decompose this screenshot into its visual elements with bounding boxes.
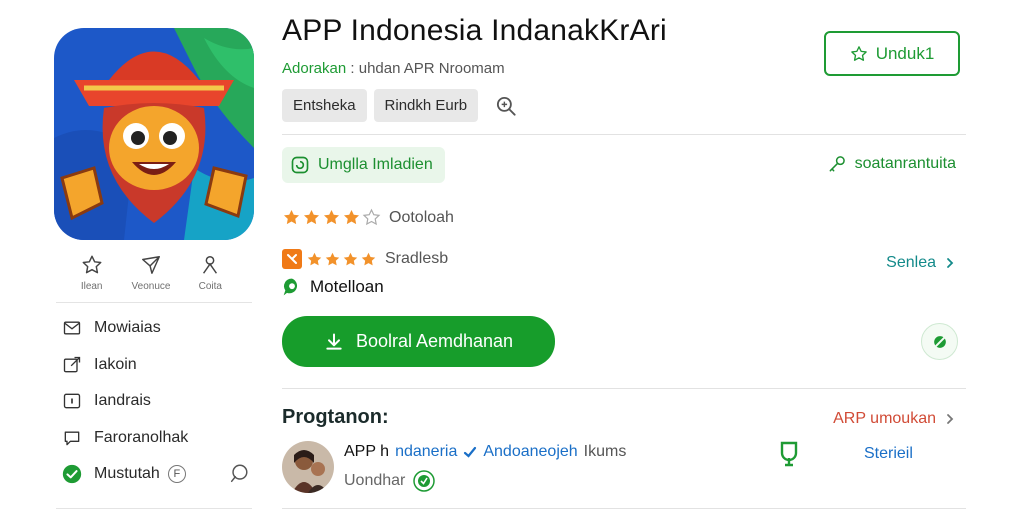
entry-subtitle: Uondhar bbox=[344, 470, 436, 492]
favorite-button[interactable] bbox=[921, 323, 958, 360]
section-link[interactable]: ARP umoukan bbox=[833, 410, 956, 428]
chat-outline-icon[interactable] bbox=[228, 463, 250, 485]
star-filled-icon bbox=[343, 209, 360, 225]
side-menu: Mowiaias Iakoin Iandrais Faroranolhak Mu… bbox=[60, 310, 256, 493]
entry-sub[interactable]: Andoaneojeh bbox=[483, 443, 577, 461]
green-badge-icon bbox=[413, 470, 436, 492]
quick-actions: Ilean Veonuce Coita bbox=[56, 254, 246, 292]
bottom-divider bbox=[282, 508, 966, 509]
key-link-label: soatanrantuita bbox=[854, 155, 956, 172]
check-circle-icon bbox=[60, 462, 84, 486]
star-filled-icon bbox=[325, 252, 340, 265]
verified-check-icon bbox=[464, 446, 477, 458]
key-link[interactable]: soatanrantuita bbox=[827, 154, 956, 174]
entry-highlight: ndaneria bbox=[395, 443, 458, 460]
rating-row-secondary: Sradlesb bbox=[282, 249, 448, 269]
install-top-label: Unduk1 bbox=[875, 43, 935, 63]
key-icon bbox=[829, 156, 845, 172]
sidebar-item-label: Faroranolhak bbox=[94, 428, 189, 446]
section-divider bbox=[282, 388, 966, 389]
section-link-label: ARP umoukan bbox=[833, 410, 936, 427]
review-row[interactable]: Motelloan bbox=[282, 277, 384, 297]
star-filled-icon bbox=[307, 252, 322, 265]
tag-chip[interactable]: Rindkh Eurb bbox=[373, 89, 479, 122]
sidebar-item-3[interactable]: Faroranolhak bbox=[60, 420, 256, 457]
section-title: Progtanon: bbox=[282, 406, 389, 428]
sidebar-item-label: Iandrais bbox=[94, 392, 151, 410]
speech-bubble-icon bbox=[283, 278, 298, 296]
entry-line2-text: Uondhar bbox=[344, 472, 406, 489]
star-empty-icon bbox=[362, 208, 381, 226]
entry-name: APP h bbox=[344, 443, 390, 460]
star-outline-icon bbox=[82, 255, 102, 274]
see-all-label: Senlea bbox=[886, 254, 936, 271]
quick-action-account[interactable]: Coita bbox=[181, 254, 240, 292]
star-filled-icon bbox=[323, 209, 340, 225]
left-divider-bottom bbox=[56, 508, 252, 509]
developer-link[interactable]: Adorakan bbox=[282, 60, 346, 77]
star-outline-icon bbox=[850, 45, 867, 61]
sidebar-item-label: Mustutah bbox=[94, 465, 160, 483]
person-icon bbox=[203, 256, 218, 274]
section-divider bbox=[282, 134, 966, 135]
install-top-button[interactable]: Unduk1 bbox=[824, 31, 960, 76]
chevron-right-icon bbox=[947, 258, 954, 268]
download-icon bbox=[326, 333, 342, 350]
mail-icon bbox=[60, 316, 84, 340]
chat-bubble-icon bbox=[60, 426, 84, 450]
star-filled-icon bbox=[361, 252, 376, 265]
rating-text: Ootoloah bbox=[389, 208, 454, 226]
review-label: Motelloan bbox=[310, 277, 384, 296]
update-chip-label: Umglla Imladien bbox=[318, 156, 433, 173]
rating-text-secondary: Sradlesb bbox=[385, 250, 449, 267]
left-divider bbox=[56, 302, 252, 303]
entry-tail: Ikums bbox=[583, 443, 627, 460]
tag-list: Entsheka Rindkh Eurb bbox=[282, 89, 519, 122]
sidebar-item-0[interactable]: Mowiaias bbox=[60, 310, 256, 347]
sidebar-item-label: Iakoin bbox=[94, 355, 137, 373]
entry-action-link[interactable]: Sterieil bbox=[864, 445, 913, 463]
update-chip[interactable]: Umglla Imladien bbox=[282, 147, 445, 183]
sidebar-item-badge: F bbox=[167, 465, 186, 484]
app-mascot-icon bbox=[54, 28, 254, 240]
star-rating-secondary bbox=[306, 251, 377, 268]
sidebar-item-label: Mowiaias bbox=[94, 319, 161, 337]
entry-title: APP h ndaneria Andoaneojeh Ikums bbox=[344, 443, 626, 461]
sidebar-item-4[interactable]: Mustutah F bbox=[60, 456, 256, 493]
sidebar-item-1[interactable]: Iakoin bbox=[60, 347, 256, 384]
search-icon[interactable] bbox=[493, 93, 519, 119]
share-icon bbox=[142, 256, 160, 274]
developer-subtitle: : uhdan APR Nroomam bbox=[350, 60, 505, 77]
external-link-icon bbox=[60, 353, 84, 377]
install-main-label: Boolral Aemdhanan bbox=[355, 331, 514, 351]
star-rating bbox=[282, 208, 381, 227]
refresh-box-icon bbox=[291, 156, 309, 174]
quick-action-share[interactable]: Veonuce bbox=[121, 254, 180, 292]
quick-action-wishlist[interactable]: Ilean bbox=[62, 254, 121, 292]
sidebar-item-2[interactable]: Iandrais bbox=[60, 383, 256, 420]
leaf-check-icon bbox=[932, 334, 947, 349]
install-main-button[interactable]: Boolral Aemdhanan bbox=[282, 316, 555, 367]
shield-icon[interactable] bbox=[778, 441, 800, 467]
developer-line: Adorakan : uhdan APR Nroomam bbox=[282, 60, 505, 77]
rating-row: Ootoloah bbox=[282, 208, 454, 227]
chevron-right-icon bbox=[947, 414, 954, 424]
info-box-icon bbox=[60, 389, 84, 413]
orange-badge-icon bbox=[282, 249, 302, 269]
avatar[interactable] bbox=[282, 441, 334, 493]
app-title: APP Indonesia IndanakKrAri bbox=[282, 14, 667, 47]
star-filled-icon bbox=[343, 252, 358, 265]
star-filled-icon bbox=[283, 209, 300, 225]
tag-chip[interactable]: Entsheka bbox=[282, 89, 367, 122]
see-all-link[interactable]: Senlea bbox=[886, 254, 956, 272]
star-filled-icon bbox=[303, 209, 320, 225]
